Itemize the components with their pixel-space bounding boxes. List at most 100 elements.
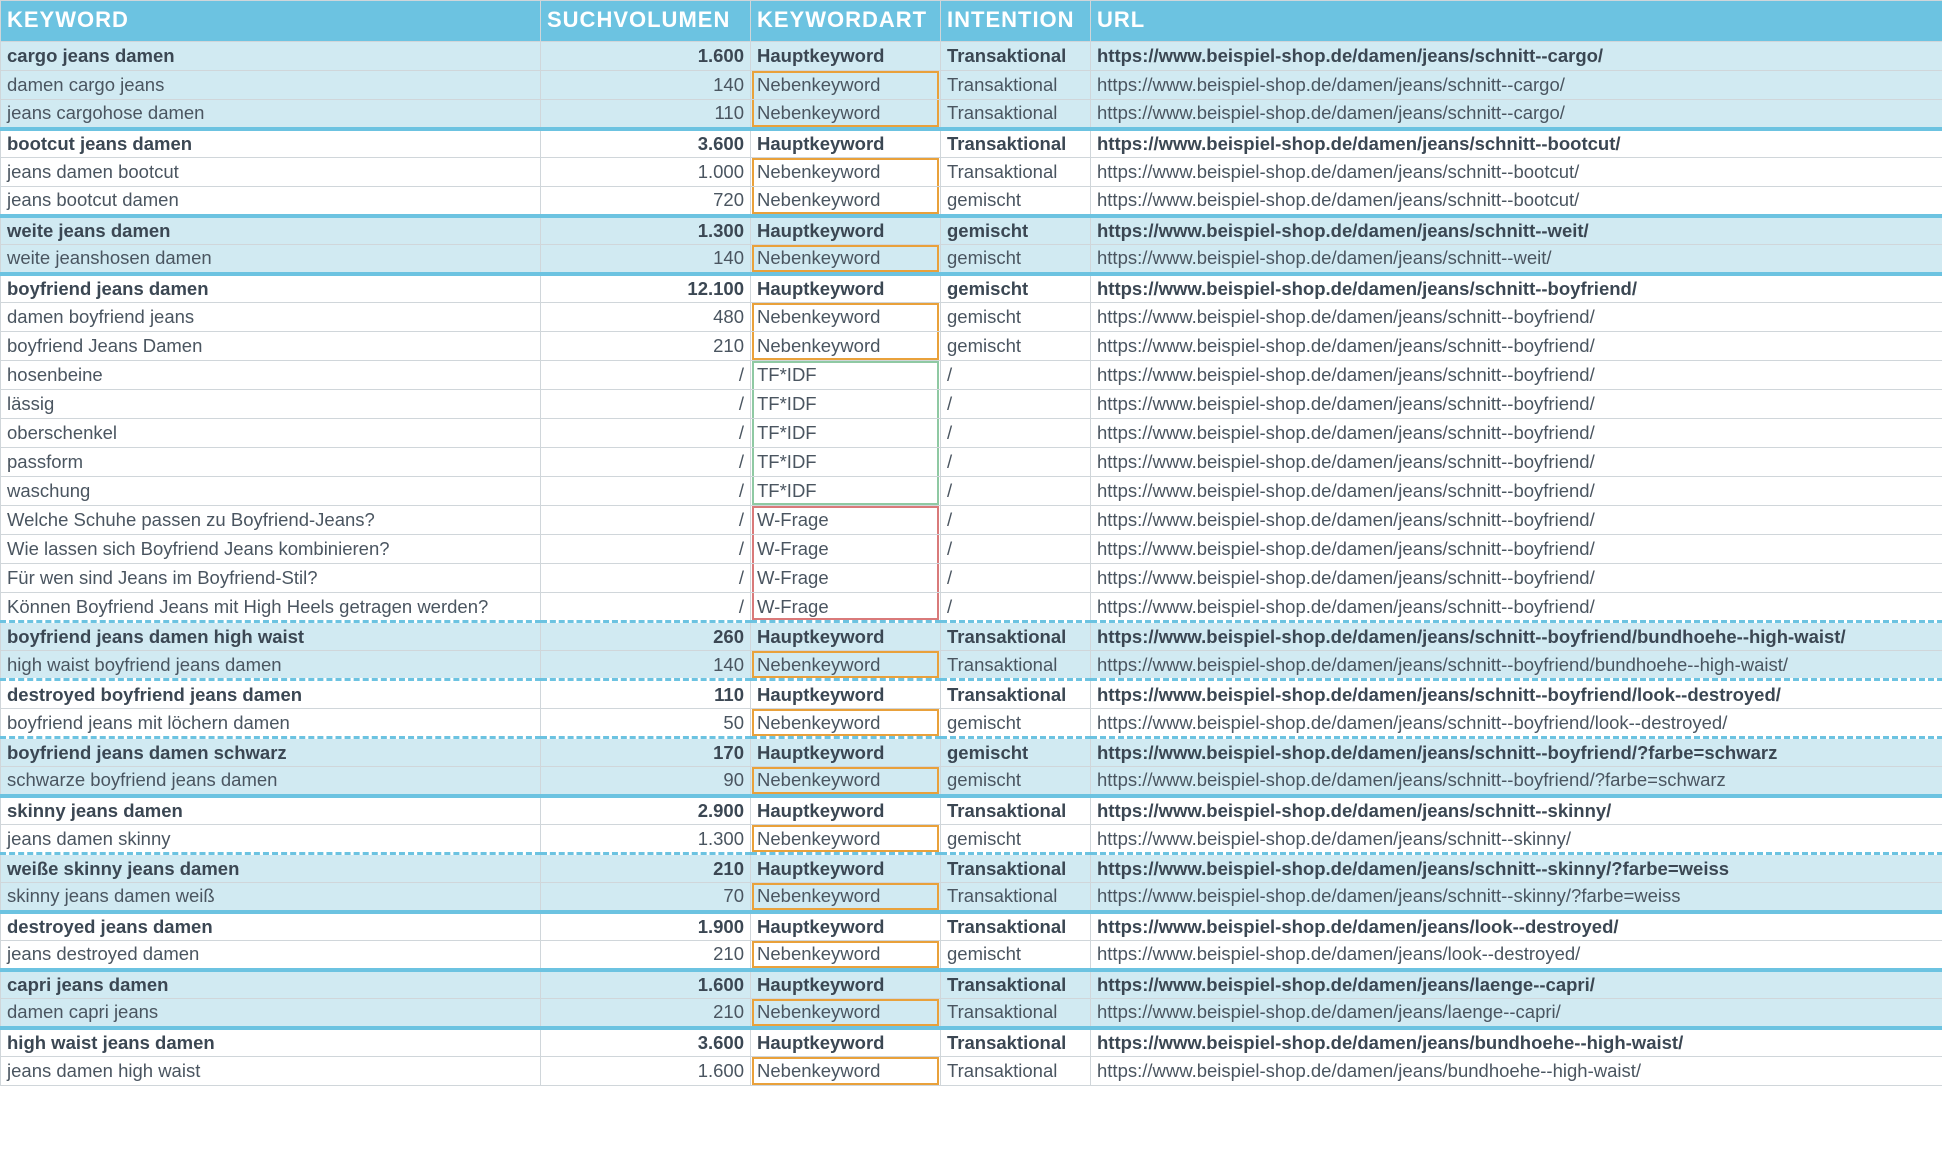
cell-volume: 90 [541,767,751,796]
cell-keyword: cargo jeans damen [1,42,541,71]
cell-keyword: jeans damen high waist [1,1057,541,1086]
cell-intention: / [941,419,1091,448]
table-row: jeans cargohose damen110NebenkeywordTran… [1,100,1942,129]
cell-keyword: boyfriend jeans damen high waist [1,622,541,651]
cell-url: https://www.beispiel-shop.de/damen/jeans… [1091,506,1942,535]
cell-keywordart: TF*IDF [751,390,941,419]
cell-url: https://www.beispiel-shop.de/damen/jeans… [1091,651,1942,680]
keywordart-highlight-box [752,883,939,910]
cell-intention: gemischt [941,332,1091,361]
cell-url: https://www.beispiel-shop.de/damen/jeans… [1091,912,1942,941]
cell-keyword: bootcut jeans damen [1,129,541,158]
cell-url: https://www.beispiel-shop.de/damen/jeans… [1091,361,1942,390]
cell-intention: Transaktional [941,71,1091,100]
cell-volume: / [541,361,751,390]
cell-intention: Transaktional [941,912,1091,941]
keywordart-highlight-box [752,71,939,99]
cell-volume: 210 [541,999,751,1028]
table-row: boyfriend jeans damen12.100Hauptkeywordg… [1,274,1942,303]
keywordart-highlight-box [752,100,939,127]
cell-url: https://www.beispiel-shop.de/damen/jeans… [1091,970,1942,999]
cell-keywordart: Nebenkeyword [751,303,941,332]
cell-url: https://www.beispiel-shop.de/damen/jeans… [1091,709,1942,738]
cell-keyword: skinny jeans damen [1,796,541,825]
cell-url: https://www.beispiel-shop.de/damen/jeans… [1091,622,1942,651]
cell-keywordart: Hauptkeyword [751,216,941,245]
cell-keyword: weite jeanshosen damen [1,245,541,274]
cell-url: https://www.beispiel-shop.de/damen/jeans… [1091,796,1942,825]
cell-intention: / [941,390,1091,419]
cell-keyword: high waist boyfriend jeans damen [1,651,541,680]
table-row: hosenbeine/TF*IDF/https://www.beispiel-s… [1,361,1942,390]
table-row: jeans damen high waist1.600NebenkeywordT… [1,1057,1942,1086]
cell-url: https://www.beispiel-shop.de/damen/jeans… [1091,332,1942,361]
cell-keywordart: Nebenkeyword [751,187,941,216]
cell-keyword: lässig [1,390,541,419]
cell-volume: / [541,535,751,564]
cell-keywordart: W-Frage [751,535,941,564]
table-row: damen capri jeans210NebenkeywordTransakt… [1,999,1942,1028]
keywordart-highlight-box [752,332,939,360]
cell-intention: Transaktional [941,622,1091,651]
cell-url: https://www.beispiel-shop.de/damen/jeans… [1091,999,1942,1028]
table-row: jeans destroyed damen210Nebenkeywordgemi… [1,941,1942,970]
cell-intention: gemischt [941,767,1091,796]
cell-keyword: waschung [1,477,541,506]
cell-keyword: Können Boyfriend Jeans mit High Heels ge… [1,593,541,622]
table-row: skinny jeans damen2.900HauptkeywordTrans… [1,796,1942,825]
cell-keyword: jeans bootcut damen [1,187,541,216]
table-header-row: Keyword Suchvolumen Keywordart Intention… [1,1,1942,42]
cell-keywordart: Hauptkeyword [751,129,941,158]
cell-keywordart: Hauptkeyword [751,970,941,999]
cell-intention: gemischt [941,245,1091,274]
table-row: jeans bootcut damen720Nebenkeywordgemisc… [1,187,1942,216]
table-row: boyfriend jeans damen high waist260Haupt… [1,622,1942,651]
cell-keywordart: Hauptkeyword [751,854,941,883]
cell-intention: Transaktional [941,680,1091,709]
cell-intention: gemischt [941,216,1091,245]
cell-intention: gemischt [941,709,1091,738]
cell-intention: / [941,535,1091,564]
cell-intention: Transaktional [941,854,1091,883]
table-row: weite jeans damen1.300Hauptkeywordgemisc… [1,216,1942,245]
keywordart-highlight-box [752,506,939,534]
cell-keyword: jeans destroyed damen [1,941,541,970]
keywordart-highlight-box [752,390,939,418]
cell-intention: gemischt [941,825,1091,854]
table-row: bootcut jeans damen3.600HauptkeywordTran… [1,129,1942,158]
cell-url: https://www.beispiel-shop.de/damen/jeans… [1091,883,1942,912]
cell-url: https://www.beispiel-shop.de/damen/jeans… [1091,448,1942,477]
table-row: lässig/TF*IDF/https://www.beispiel-shop.… [1,390,1942,419]
col-header-art: Keywordart [751,1,941,42]
cell-volume: 140 [541,245,751,274]
table-row: damen cargo jeans140NebenkeywordTransakt… [1,71,1942,100]
cell-url: https://www.beispiel-shop.de/damen/jeans… [1091,941,1942,970]
keywordart-highlight-box [752,361,939,389]
table-row: damen boyfriend jeans480Nebenkeywordgemi… [1,303,1942,332]
cell-volume: 140 [541,651,751,680]
cell-intention: Transaktional [941,999,1091,1028]
cell-volume: 1.900 [541,912,751,941]
keywordart-highlight-box [752,303,939,331]
cell-intention: / [941,506,1091,535]
table-row: destroyed boyfriend jeans damen110Hauptk… [1,680,1942,709]
table-row: Welche Schuhe passen zu Boyfriend-Jeans?… [1,506,1942,535]
cell-intention: Transaktional [941,1057,1091,1086]
cell-volume: / [541,564,751,593]
cell-volume: / [541,593,751,622]
cell-volume: / [541,390,751,419]
cell-keywordart: Nebenkeyword [751,71,941,100]
cell-keyword: Wie lassen sich Boyfriend Jeans kombinie… [1,535,541,564]
keywordart-highlight-box [752,941,939,968]
cell-volume: 50 [541,709,751,738]
cell-volume: 170 [541,738,751,767]
cell-keywordart: W-Frage [751,593,941,622]
cell-keyword: capri jeans damen [1,970,541,999]
table-row: Können Boyfriend Jeans mit High Heels ge… [1,593,1942,622]
cell-keywordart: W-Frage [751,564,941,593]
cell-keyword: boyfriend jeans damen [1,274,541,303]
keywordart-highlight-box [752,477,939,505]
cell-volume: / [541,448,751,477]
cell-url: https://www.beispiel-shop.de/damen/jeans… [1091,158,1942,187]
cell-url: https://www.beispiel-shop.de/damen/jeans… [1091,854,1942,883]
